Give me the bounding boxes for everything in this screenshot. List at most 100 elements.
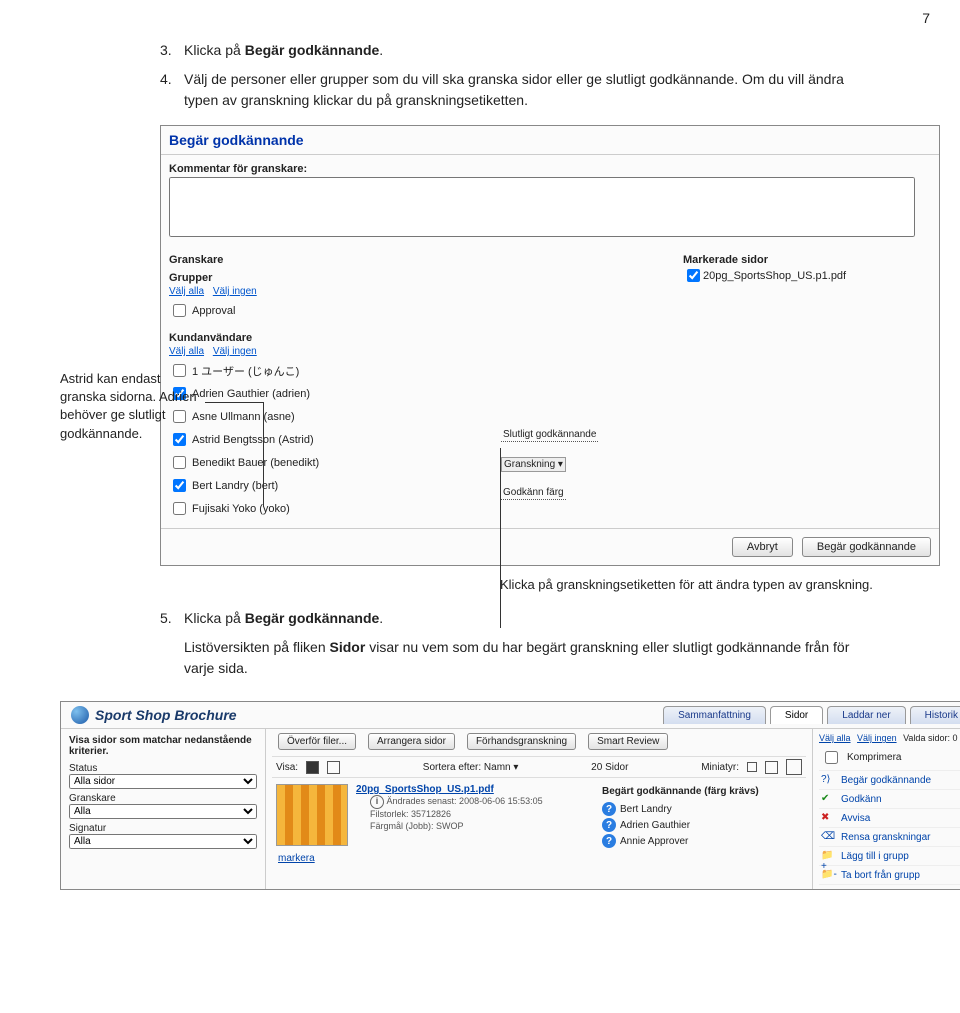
user-label: 1 ユーザー (じゅんこ) (192, 363, 299, 379)
step-3-number: 3. (160, 40, 184, 61)
action-request-approval[interactable]: ?⟩Begär godkännande (819, 771, 960, 790)
status-pending-icon: ? (602, 818, 616, 832)
step-5: 5. Klicka på Begär godkännande. (160, 608, 860, 629)
user-label: Asne Ullmann (asne) (192, 411, 295, 423)
filter-panel: Visa sidor som matchar nedanstående krit… (61, 729, 266, 889)
request-approval-button[interactable]: Begär godkännande (802, 537, 931, 557)
action-reject[interactable]: ✖Avvisa (819, 809, 960, 828)
action-clear-reviews[interactable]: ⌫Rensa granskningar (819, 828, 960, 847)
right-select-all[interactable]: Välj alla (819, 733, 851, 743)
marked-pages-heading: Markerade sidor (683, 254, 931, 266)
view-list-icon[interactable] (327, 761, 340, 774)
annotation-bottom: Klicka på granskningsetiketten för att ä… (500, 576, 900, 594)
step-3: 3. Klicka på Begär godkännande. (160, 40, 860, 61)
step-5b-spacer (160, 637, 184, 679)
project-title-text: Sport Shop Brochure (95, 707, 237, 723)
action-remove-from-group[interactable]: 📁-Ta bort från grupp (819, 866, 960, 885)
dialog-title: Begär godkännande (161, 126, 939, 155)
user-checkbox[interactable] (173, 456, 186, 469)
marked-page-checkbox[interactable] (687, 269, 700, 282)
thumb-large-icon[interactable] (786, 759, 802, 775)
step-5-suffix: . (379, 610, 383, 626)
page-count: 20 Sidor (526, 762, 693, 773)
compress-label: Komprimera (847, 752, 901, 763)
user-row[interactable]: Benedikt Bauer (benedikt) (169, 451, 489, 474)
marked-page-row[interactable]: 20pg_SportsShop_US.p1.pdf (683, 266, 931, 285)
action-label: Godkänn (841, 794, 882, 805)
page-thumbnail[interactable] (276, 784, 348, 846)
sort-label[interactable]: Sortera efter: Namn ▾ (423, 762, 519, 773)
pages-tab-screenshot: Sport Shop Brochure Sammanfattning Sidor… (60, 701, 960, 890)
action-approve[interactable]: ✔ Godkänn (819, 790, 960, 809)
signature-select[interactable]: Alla (69, 834, 257, 849)
status-select[interactable]: Alla sidor (69, 774, 257, 789)
request-approval-dialog: Begär godkännande Kommentar för granskar… (160, 125, 940, 566)
user-label: Astrid Bengtsson (Astrid) (192, 434, 314, 446)
status-pending-icon: ? (602, 802, 616, 816)
user-row[interactable]: 1 ユーザー (じゅんこ) (169, 359, 489, 382)
callout-line (500, 448, 501, 628)
status-label: Status (69, 763, 257, 774)
reviewers-heading: Granskare (169, 254, 489, 266)
step-4-text: Välj de personer eller grupper som du vi… (184, 69, 860, 111)
smart-review-button[interactable]: Smart Review (588, 733, 668, 750)
users-select-none[interactable]: Välj ingen (213, 346, 257, 357)
action-add-to-group[interactable]: 📁+Lägg till i grupp (819, 847, 960, 866)
callout-line (205, 402, 263, 403)
groups-heading: Grupper (169, 272, 489, 284)
select-link[interactable]: markera (272, 851, 315, 864)
compress-checkbox[interactable] (825, 751, 838, 764)
groups-select-all[interactable]: Välj alla (169, 286, 204, 297)
tab-pages[interactable]: Sidor (770, 706, 823, 724)
role-approve-color[interactable]: Godkänn färg (501, 486, 566, 500)
thumbnail-label: Miniatyr: (701, 762, 739, 773)
user-checkbox[interactable] (173, 479, 186, 492)
chevron-down-icon: ▾ (558, 459, 563, 470)
info-icon[interactable]: i (370, 795, 384, 809)
view-grid-icon[interactable] (306, 761, 319, 774)
upload-files-button[interactable]: Överför filer... (278, 733, 356, 750)
group-approval-label: Approval (192, 305, 235, 317)
step-3-bold: Begär godkännande (245, 42, 380, 58)
status-pending-icon: ? (602, 834, 616, 848)
step-3-suffix: . (379, 42, 383, 58)
approver-name: Adrien Gauthier (620, 820, 690, 831)
role-review-select[interactable]: Granskning ▾ (501, 457, 566, 472)
group-row-approval[interactable]: Approval (169, 299, 489, 322)
comment-label: Kommentar för granskare: (161, 155, 939, 177)
role-final-approval[interactable]: Slutligt godkännande (501, 428, 598, 442)
groups-select-none[interactable]: Välj ingen (213, 286, 257, 297)
signature-label: Signatur (69, 823, 257, 834)
page-number: 7 (922, 10, 930, 26)
check-icon: ✔ (821, 793, 835, 805)
compress-toggle[interactable]: Komprimera (819, 745, 960, 771)
tab-summary[interactable]: Sammanfattning (663, 706, 766, 724)
user-row[interactable]: Asne Ullmann (asne) (169, 405, 489, 428)
file-meta-size: Filstorlek: 35712826 (370, 809, 594, 821)
action-label: Begär godkännande (841, 775, 931, 786)
tab-download[interactable]: Laddar ner (827, 706, 905, 724)
step-5-bold: Begär godkännande (245, 610, 380, 626)
group-approval-checkbox[interactable] (173, 304, 186, 317)
user-row[interactable]: Fujisaki Yoko (yoko) (169, 497, 489, 520)
selected-count: Valda sidor: 0 (903, 733, 957, 743)
comment-textarea[interactable] (169, 177, 915, 237)
thumb-small-icon[interactable] (747, 762, 757, 772)
right-select-none[interactable]: Välj ingen (857, 733, 897, 743)
users-select-all[interactable]: Välj alla (169, 346, 204, 357)
thumb-medium-icon[interactable] (765, 761, 778, 774)
user-checkbox[interactable] (173, 502, 186, 515)
arrange-pages-button[interactable]: Arrangera sidor (368, 733, 455, 750)
cancel-button[interactable]: Avbryt (732, 537, 793, 557)
filter-heading: Visa sidor som matchar nedanstående krit… (69, 735, 257, 757)
user-row[interactable]: Astrid Bengtsson (Astrid) (169, 428, 489, 451)
callout-line (263, 402, 264, 506)
action-label: Avvisa (841, 813, 870, 824)
file-name-link[interactable]: 20pg_SportsShop_US.p1.pdf (356, 784, 494, 795)
folder-add-icon: 📁+ (821, 850, 835, 862)
user-row[interactable]: Bert Landry (bert) (169, 474, 489, 497)
tab-history[interactable]: Historik (910, 706, 960, 724)
step-5b-bold: Sidor (330, 639, 366, 655)
preview-button[interactable]: Förhandsgranskning (467, 733, 576, 750)
reviewer-filter-select[interactable]: Alla (69, 804, 257, 819)
